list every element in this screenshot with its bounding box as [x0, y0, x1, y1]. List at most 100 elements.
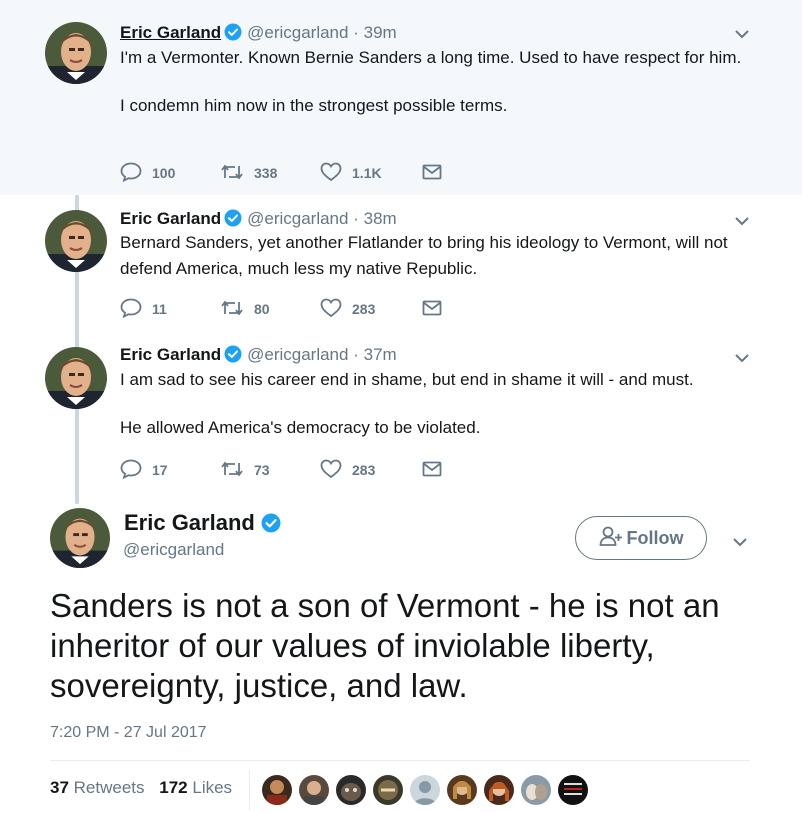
like-stat-label: Likes [192, 778, 233, 797]
reply-button[interactable]: 17 [120, 459, 220, 482]
envelope-icon [422, 164, 452, 183]
retweet-total: 37 [50, 778, 69, 797]
avatar[interactable] [50, 508, 110, 568]
tweet-header: Eric Garland @ericgarland · 37m [120, 344, 397, 369]
tweet-paragraph: Bernard Sanders, yet another Flatlander … [120, 233, 728, 278]
author-name[interactable]: Eric Garland [120, 23, 221, 42]
retweet-button[interactable]: 80 [220, 299, 320, 320]
verified-badge-icon [261, 513, 281, 539]
liker-avatar[interactable] [373, 775, 403, 805]
reply-count: 11 [152, 301, 167, 317]
tweet-text: I'm a Vermonter. Known Bernie Sanders a … [120, 45, 760, 119]
thread-tweet-1[interactable]: Eric Garland @ericgarland · 39m I'm a Ver… [0, 0, 802, 195]
direct-message-button[interactable] [422, 300, 452, 319]
like-count: 283 [352, 301, 376, 317]
main-tweet-text: Sanders is not a son of Vermont - he is … [50, 587, 720, 704]
follow-person-icon [599, 526, 627, 551]
main-author-name-row: Eric Garland [124, 510, 281, 539]
retweet-count: 338 [254, 165, 278, 181]
tweet-paragraph: I condemn him now in the strongest possi… [120, 96, 508, 115]
direct-message-button[interactable] [422, 164, 452, 183]
envelope-icon [422, 300, 452, 319]
chevron-down-icon[interactable] [734, 213, 750, 231]
reply-count: 17 [152, 462, 168, 478]
author-handle[interactable]: @ericgarland [123, 540, 224, 560]
retweet-button[interactable]: 338 [220, 163, 320, 184]
main-tweet-date[interactable]: 7:20 PM - 27 Jul 2017 [50, 724, 207, 742]
verified-badge-icon [224, 23, 242, 47]
thread-tweet-2[interactable]: Eric Garland @ericgarland · 38m Bernard S… [0, 195, 802, 335]
verified-badge-icon [224, 345, 242, 369]
liker-avatar[interactable] [299, 775, 329, 805]
author-handle[interactable]: @ericgarland [247, 345, 348, 364]
avatar[interactable] [45, 210, 107, 272]
reply-button[interactable]: 11 [120, 298, 220, 321]
heart-icon [320, 162, 352, 185]
retweet-count: 80 [254, 301, 270, 317]
tweet-text: Bernard Sanders, yet another Flatlander … [120, 230, 760, 282]
thread-tweet-3[interactable]: Eric Garland @ericgarland · 37m I am sad … [0, 335, 802, 495]
author-handle[interactable]: @ericgarland [247, 23, 348, 42]
retweet-count: 73 [254, 462, 270, 478]
follow-button-label: Follow [626, 527, 684, 548]
reply-count: 100 [152, 165, 176, 181]
like-count: 1.1K [352, 165, 382, 181]
reply-icon [120, 298, 152, 321]
tweet-stats: 37 Retweets 172 Likes [50, 778, 232, 798]
tweet-timestamp[interactable]: 39m [364, 23, 397, 42]
tweet-paragraph: I'm a Vermonter. Known Bernie Sanders a … [120, 48, 742, 67]
author-name[interactable]: Eric Garland [120, 209, 221, 228]
separator-dot: · [353, 209, 359, 228]
chevron-down-icon[interactable] [732, 534, 748, 552]
chevron-down-icon[interactable] [734, 26, 750, 44]
liker-avatar[interactable] [558, 775, 588, 805]
tweet-timestamp[interactable]: 37m [364, 345, 397, 364]
separator-dot: · [353, 345, 359, 364]
like-button[interactable]: 283 [320, 459, 422, 482]
liker-avatar[interactable] [521, 775, 551, 805]
reply-icon [120, 459, 152, 482]
tweet-actions: 17 73 283 [120, 458, 452, 482]
liker-avatar[interactable] [262, 775, 292, 805]
stats-divider [249, 770, 250, 810]
avatar[interactable] [45, 347, 107, 409]
like-stat[interactable]: 172 Likes [159, 778, 232, 797]
tweet-paragraph: He allowed America's democracy to be vio… [120, 418, 481, 437]
author-handle[interactable]: @ericgarland [247, 209, 348, 228]
author-name[interactable]: Eric Garland [124, 510, 255, 535]
envelope-icon [422, 461, 452, 480]
retweet-icon [220, 460, 254, 481]
liker-avatar[interactable] [447, 775, 477, 805]
chevron-down-icon[interactable] [734, 350, 750, 368]
author-name[interactable]: Eric Garland [120, 345, 221, 364]
retweet-icon [220, 299, 254, 320]
divider [50, 760, 750, 761]
like-button[interactable]: 1.1K [320, 162, 422, 185]
main-tweet-header: Eric Garland @ericgarland Follow [0, 508, 802, 568]
tweet-timestamp[interactable]: 38m [364, 209, 397, 228]
direct-message-button[interactable] [422, 461, 452, 480]
tweet-actions: 100 338 1.1K [120, 161, 452, 185]
heart-icon [320, 298, 352, 321]
liker-avatar[interactable] [484, 775, 514, 805]
tweet-text: I am sad to see his career end in shame,… [120, 367, 760, 441]
separator-dot: · [353, 23, 359, 42]
tweet-actions: 11 80 283 [120, 297, 452, 321]
avatar[interactable] [45, 22, 107, 84]
follow-button[interactable]: Follow [575, 516, 707, 560]
liker-avatars [262, 775, 595, 805]
retweet-icon [220, 163, 254, 184]
like-count: 283 [352, 462, 376, 478]
heart-icon [320, 459, 352, 482]
retweet-stat[interactable]: 37 Retweets [50, 778, 145, 797]
retweet-button[interactable]: 73 [220, 460, 320, 481]
liker-avatar[interactable] [336, 775, 366, 805]
retweet-stat-label: Retweets [73, 778, 145, 797]
tweet-paragraph: I am sad to see his career end in shame,… [120, 370, 694, 389]
tweet-header: Eric Garland @ericgarland · 39m [120, 22, 397, 47]
liker-avatar[interactable] [410, 775, 440, 805]
like-total: 172 [159, 778, 188, 797]
reply-button[interactable]: 100 [120, 162, 220, 185]
reply-icon [120, 162, 152, 185]
like-button[interactable]: 283 [320, 298, 422, 321]
